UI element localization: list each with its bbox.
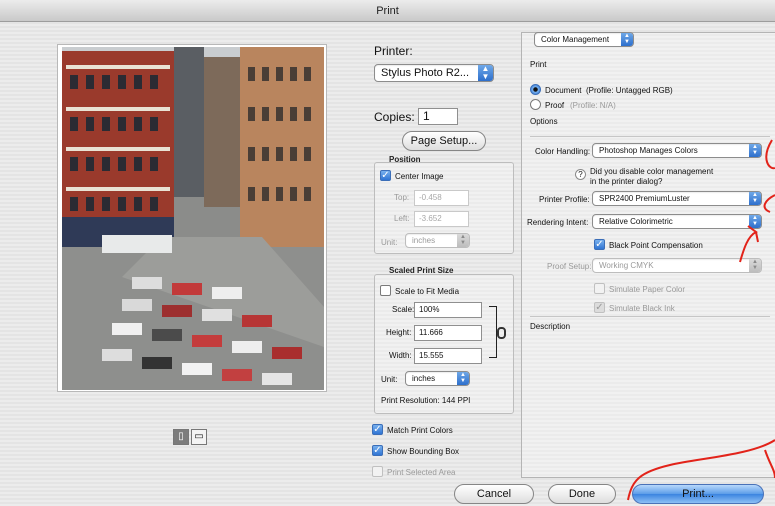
- simulate-paper-color-label: Simulate Paper Color: [609, 285, 686, 294]
- match-print-colors-checkbox[interactable]: ✓: [372, 424, 383, 435]
- help-icon[interactable]: ?: [575, 169, 586, 180]
- popup-arrows-icon: ▲ ▼: [457, 372, 469, 385]
- page-setup-button[interactable]: Page Setup...: [402, 131, 486, 151]
- proof-setup-label: Proof Setup:: [547, 262, 592, 271]
- portrait-icon[interactable]: ▯: [173, 429, 189, 445]
- center-image-checkbox[interactable]: ✓: [380, 170, 391, 181]
- printer-label: Printer:: [374, 44, 413, 58]
- popup-arrows-icon: ▲ ▼: [749, 259, 761, 272]
- preview-photo: [62, 47, 324, 390]
- center-image-label: Center Image: [395, 172, 444, 181]
- document-label: Document: [545, 86, 582, 95]
- window-title: Print: [376, 5, 399, 17]
- section-popup[interactable]: Color Management ▲ ▼: [534, 32, 634, 47]
- scale-label: Scale:: [392, 305, 415, 314]
- help-question-line1: Did you disable color management: [590, 167, 714, 176]
- left-label: Left:: [394, 214, 410, 223]
- scale-to-fit-label: Scale to Fit Media: [395, 287, 460, 296]
- printer-value: Stylus Photo R2...: [381, 67, 470, 79]
- print-selected-area-label: Print Selected Area: [387, 468, 456, 477]
- popup-arrows-icon: ▲ ▼: [621, 33, 633, 46]
- position-unit-value: inches: [412, 236, 436, 245]
- color-handling-popup[interactable]: Photoshop Manages Colors ▲ ▼: [592, 143, 762, 158]
- rendering-intent-label: Rendering Intent:: [527, 218, 589, 227]
- popup-arrows-icon: ▲ ▼: [749, 144, 761, 157]
- printer-profile-value: SPR2400 PremiumLuster: [599, 194, 690, 203]
- show-bounding-box-label: Show Bounding Box: [387, 447, 460, 456]
- rendering-intent-value: Relative Colorimetric: [599, 217, 673, 226]
- scaled-unit-popup[interactable]: inches ▲ ▼: [405, 371, 470, 386]
- width-label: Width:: [389, 351, 412, 360]
- color-handling-value: Photoshop Manages Colors: [599, 146, 698, 155]
- show-bounding-box-checkbox[interactable]: ✓: [372, 445, 383, 456]
- section-popup-value: Color Management: [541, 35, 610, 44]
- rendering-intent-popup[interactable]: Relative Colorimetric ▲ ▼: [592, 214, 762, 229]
- left-field[interactable]: -3.652: [414, 211, 469, 227]
- simulate-black-ink-checkbox[interactable]: ✓: [594, 302, 605, 313]
- black-point-compensation-checkbox[interactable]: ✓: [594, 239, 605, 250]
- document-profile: (Profile: Untagged RGB): [586, 86, 673, 95]
- height-field[interactable]: 11.666: [414, 325, 482, 341]
- printer-profile-label: Printer Profile:: [539, 195, 590, 204]
- popup-arrows-icon: ▲ ▼: [749, 215, 761, 228]
- scale-field[interactable]: 100%: [414, 302, 482, 318]
- match-print-colors-label: Match Print Colors: [387, 426, 453, 435]
- window-titlebar: Print: [0, 0, 775, 22]
- separator: [530, 136, 770, 137]
- popup-arrows-icon: ▲ ▼: [749, 192, 761, 205]
- link-icon: [497, 327, 506, 339]
- top-field[interactable]: -0.458: [414, 190, 469, 206]
- color-handling-label: Color Handling:: [535, 147, 591, 156]
- done-button[interactable]: Done: [548, 484, 616, 504]
- document-radio[interactable]: [530, 84, 541, 95]
- popup-arrows-icon: ▲ ▼: [457, 234, 469, 247]
- print-selected-area-checkbox[interactable]: [372, 466, 383, 477]
- color-management-panel: [521, 32, 775, 478]
- copies-field[interactable]: 1: [418, 108, 458, 125]
- height-label: Height:: [386, 328, 412, 337]
- top-label: Top:: [394, 193, 410, 202]
- position-unit-popup[interactable]: inches ▲ ▼: [405, 233, 470, 248]
- proportion-bracket: [489, 306, 497, 358]
- popup-arrows-icon: ▲ ▼: [478, 65, 493, 81]
- print-button[interactable]: Print...: [632, 484, 764, 504]
- scaled-unit-value: inches: [412, 374, 436, 383]
- proof-setup-popup[interactable]: Working CMYK ▲ ▼: [592, 258, 762, 273]
- orientation-buttons: ▯ ▭: [173, 429, 207, 445]
- description-label: Description: [530, 322, 571, 331]
- proof-setup-value: Working CMYK: [599, 261, 654, 270]
- printer-popup[interactable]: Stylus Photo R2... ▲ ▼: [374, 64, 494, 82]
- landscape-icon[interactable]: ▭: [191, 429, 207, 445]
- print-resolution: Print Resolution: 144 PPI: [381, 396, 471, 405]
- cancel-button[interactable]: Cancel: [454, 484, 534, 504]
- separator: [530, 316, 770, 317]
- print-section-label: Print: [530, 60, 547, 69]
- proof-label: Proof: [545, 101, 565, 110]
- printer-profile-popup[interactable]: SPR2400 PremiumLuster ▲ ▼: [592, 191, 762, 206]
- copies-label: Copies:: [374, 110, 415, 124]
- simulate-black-ink-label: Simulate Black Ink: [609, 304, 675, 313]
- position-unit-label: Unit:: [381, 238, 398, 247]
- print-preview[interactable]: [57, 44, 327, 392]
- black-point-compensation-label: Black Point Compensation: [609, 241, 703, 250]
- proof-radio[interactable]: [530, 99, 541, 110]
- width-field[interactable]: 15.555: [414, 348, 482, 364]
- proof-profile: (Profile: N/A): [570, 101, 616, 110]
- options-label: Options: [530, 117, 558, 126]
- scaled-unit-label: Unit:: [381, 375, 398, 384]
- simulate-paper-color-checkbox[interactable]: [594, 283, 605, 294]
- help-question-line2: in the printer dialog?: [590, 177, 663, 186]
- scale-to-fit-checkbox[interactable]: [380, 285, 391, 296]
